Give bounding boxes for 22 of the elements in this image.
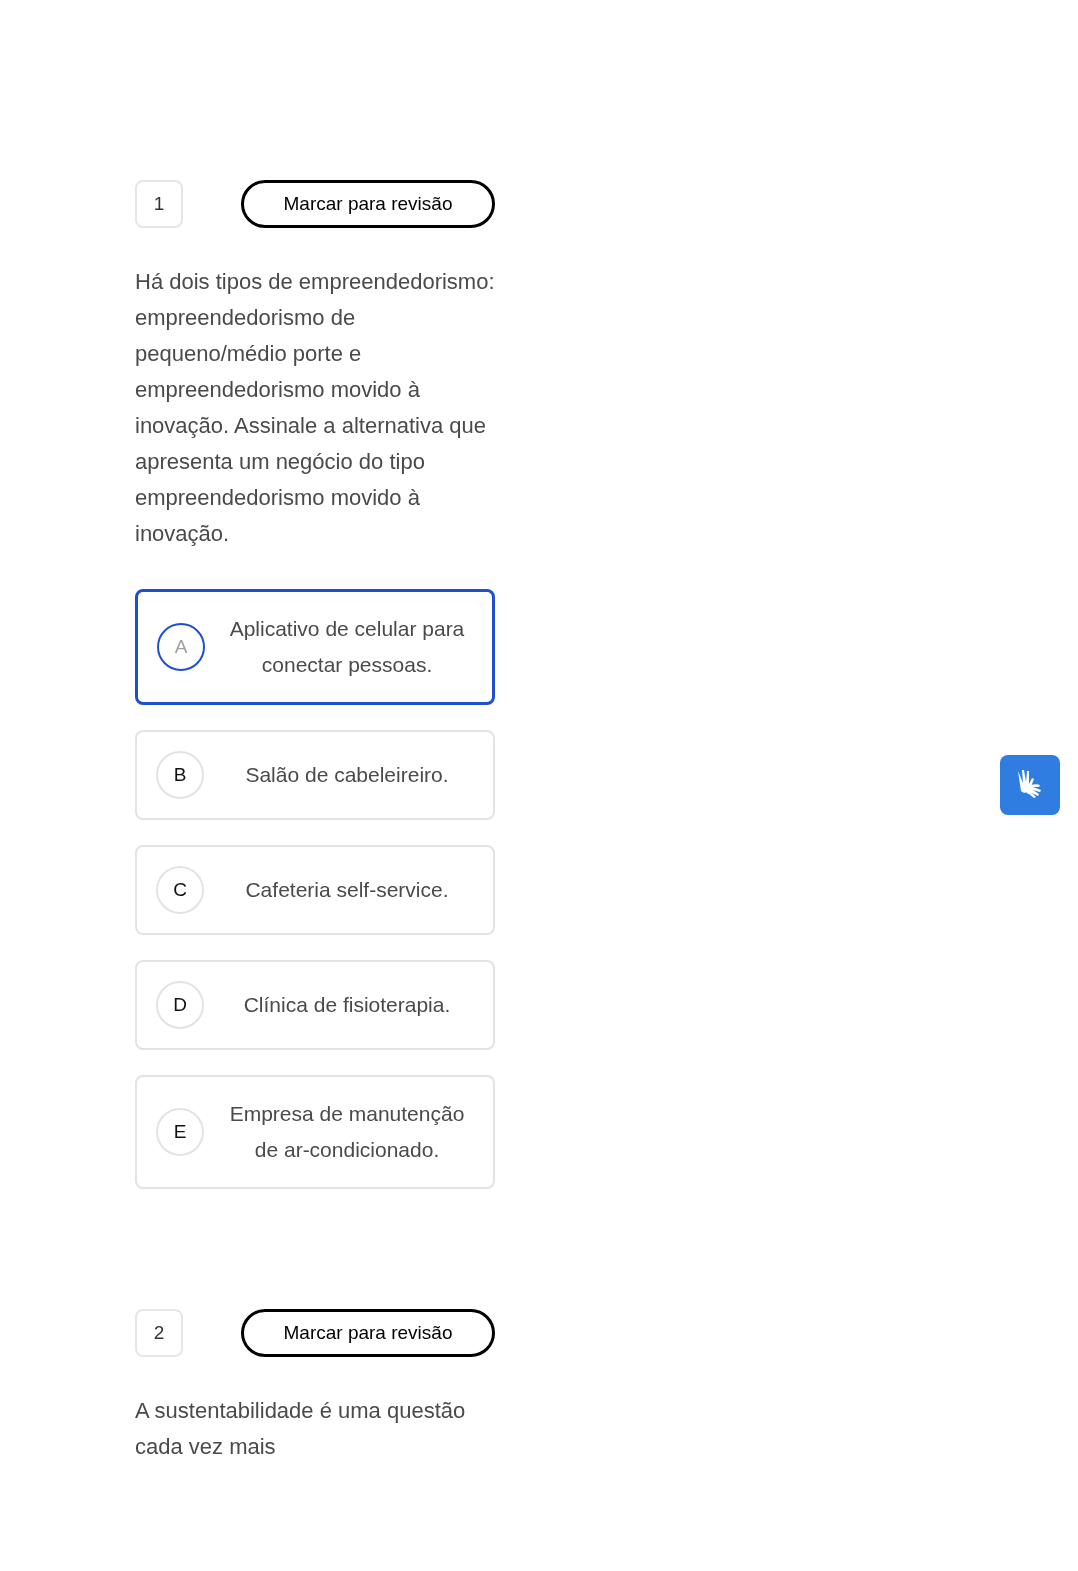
option-letter: D xyxy=(156,981,204,1029)
accessibility-button[interactable] xyxy=(1000,755,1060,815)
answer-option[interactable]: D Clínica de fisioterapia. xyxy=(135,960,495,1050)
answer-option[interactable]: B Salão de cabeleireiro. xyxy=(135,730,495,820)
question-text: Há dois tipos de empreendedorismo: empreendedorismo de pequeno/médio porte e empreendedorismo movido à inovação. Assinale a alternativa que apresenta um negócio do tipo empreendedorismo movido à inovação. xyxy=(135,268,495,548)
question-number: 1 xyxy=(135,180,183,228)
answer-option[interactable]: C Cafeteria self-service. xyxy=(135,845,495,935)
option-letter: A xyxy=(157,623,205,671)
option-letter: E xyxy=(156,1108,204,1156)
question-text: A sustentabilidade é uma questão cada vez mais xyxy=(135,1397,467,1461)
option-letter: C xyxy=(156,866,204,914)
option-letter: B xyxy=(156,751,204,799)
review-button[interactable]: Marcar para revisão xyxy=(241,180,495,228)
review-button[interactable]: Marcar para revisão xyxy=(241,1309,495,1357)
option-text: Aplicativo de celular para conectar pessoas. xyxy=(228,616,466,678)
option-text: Clínica de fisioterapia. xyxy=(242,992,452,1018)
option-text: Cafeteria self-service. xyxy=(244,877,450,903)
question-number: 2 xyxy=(135,1309,183,1357)
option-text: Salão de cabeleireiro. xyxy=(244,762,450,788)
answer-option[interactable]: A Aplicativo de celular para conectar pessoas. xyxy=(135,589,495,705)
answer-option[interactable]: E Empresa de manutenção de ar-condicionado. xyxy=(135,1075,495,1189)
option-text: Empresa de manutenção de ar-condicionado. xyxy=(228,1101,466,1163)
